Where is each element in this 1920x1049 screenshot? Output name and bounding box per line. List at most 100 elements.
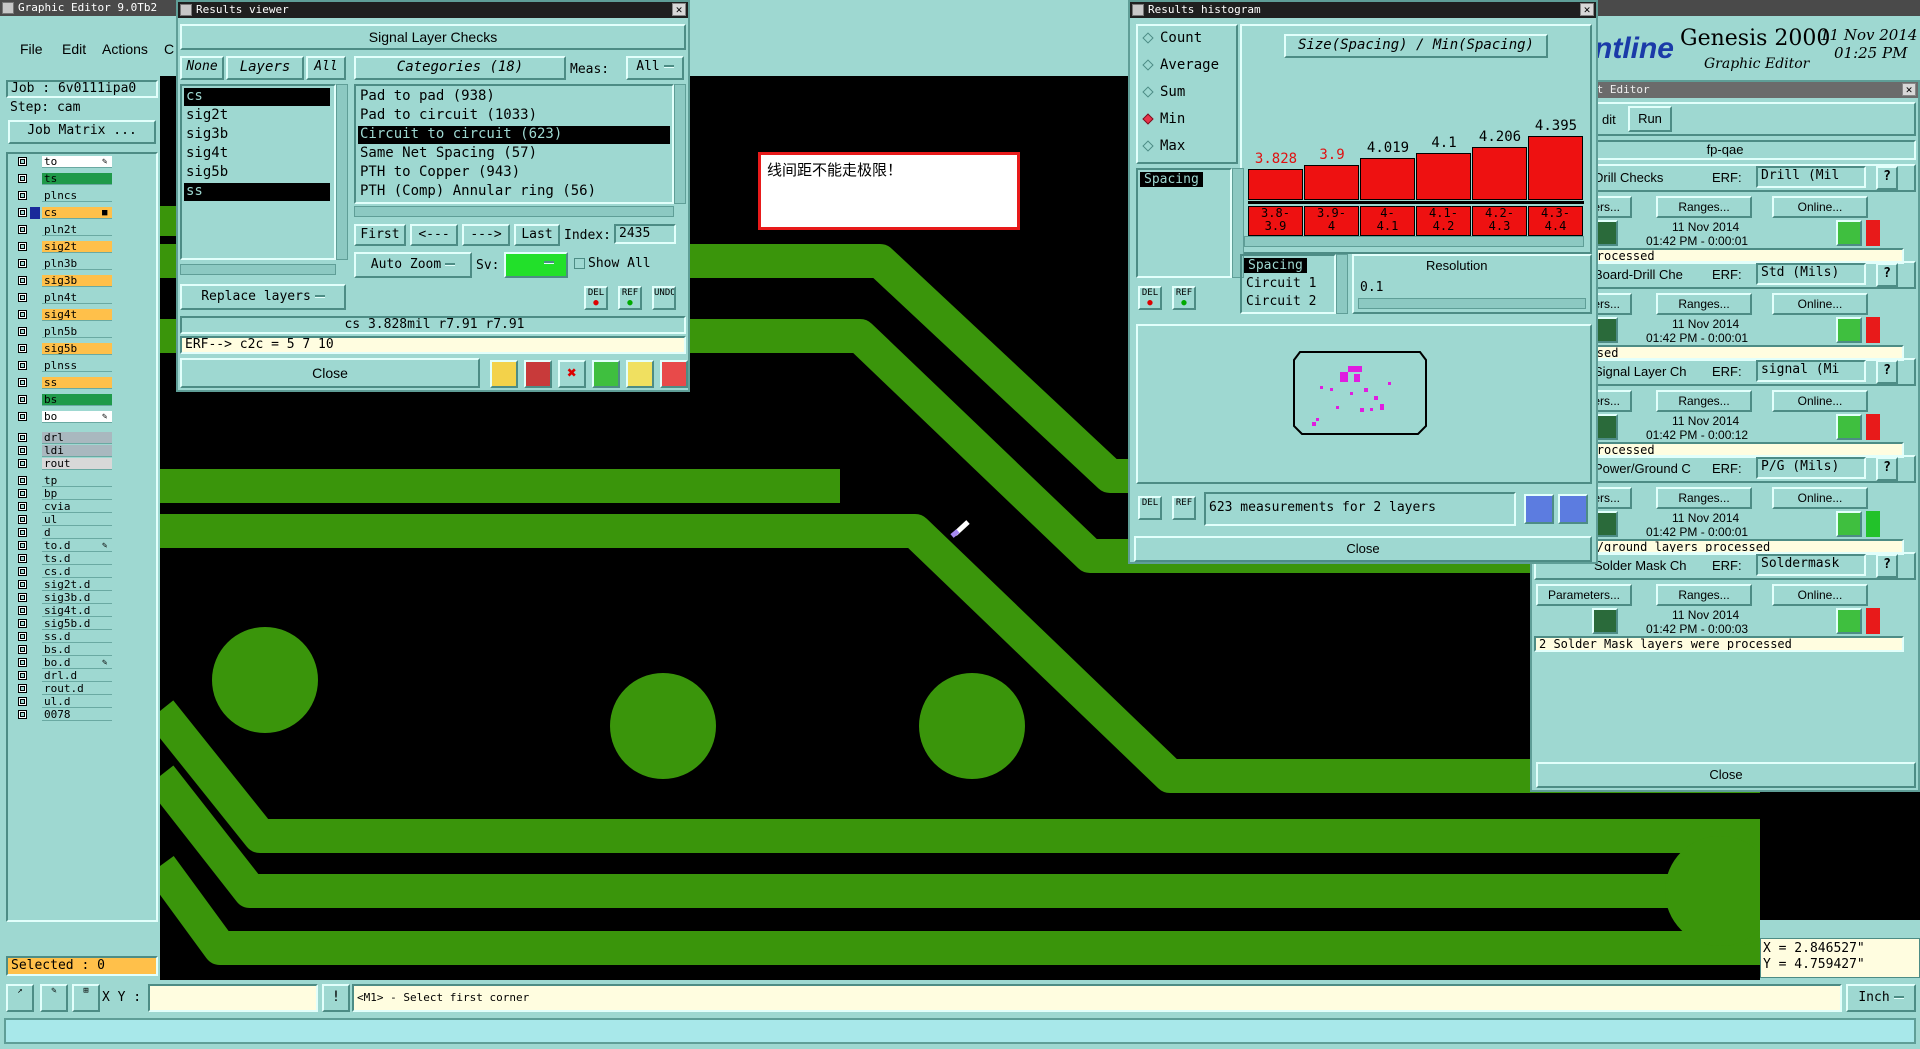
histogram-bar[interactable] (1360, 158, 1415, 200)
rv-layer-item[interactable]: ss (184, 183, 330, 201)
help-button[interactable]: ? (1876, 360, 1898, 384)
histogram-bar[interactable] (1416, 153, 1471, 200)
ranges-button[interactable]: Ranges... (1656, 293, 1752, 315)
layer-row[interactable]: cvia (16, 501, 112, 513)
hist-option[interactable]: Max (1140, 138, 1185, 158)
close-icon[interactable]: ✕ (672, 3, 686, 16)
layers-button[interactable]: Layers (226, 56, 304, 80)
layer-row[interactable]: tp (16, 475, 112, 487)
prev-button[interactable]: <--- (410, 224, 458, 246)
zoom-result-icon[interactable] (1836, 317, 1862, 343)
report-icon[interactable] (626, 360, 654, 388)
rv-layer-hscroll[interactable] (180, 264, 336, 275)
zoom-result-icon[interactable] (1836, 511, 1862, 537)
erf-field[interactable]: P/G (Mils) (1756, 457, 1866, 479)
erf-field[interactable]: signal (Mi (1756, 360, 1866, 382)
rv-layer-item[interactable]: sig3b (184, 126, 330, 144)
layer-row[interactable]: ul.d (16, 696, 112, 708)
layer-checkbox[interactable] (18, 395, 27, 404)
menu-more[interactable]: C (164, 41, 174, 57)
histogram-bar[interactable] (1304, 165, 1359, 200)
layer-checkbox[interactable] (18, 554, 27, 563)
layer-checkbox[interactable] (18, 528, 27, 537)
rv-layer-scrollbar[interactable] (336, 84, 348, 260)
layer-checkbox[interactable] (18, 259, 27, 268)
last-button[interactable]: Last (514, 224, 560, 246)
resolution-slider[interactable] (1358, 298, 1586, 309)
layer-row[interactable]: sig2t (16, 241, 112, 253)
ranges-button[interactable]: Ranges... (1656, 487, 1752, 509)
layer-checkbox[interactable] (18, 606, 27, 615)
checklist-close-button[interactable]: Close (1536, 762, 1916, 788)
histogram-icon[interactable] (660, 360, 688, 388)
chart-view-icon[interactable] (1524, 494, 1554, 524)
thumb-del-button[interactable]: DEL (1138, 496, 1162, 520)
layer-checkbox[interactable] (18, 710, 27, 719)
layer-checkbox[interactable] (18, 433, 27, 442)
layer-row[interactable]: bo.d ✎ (16, 657, 112, 669)
layer-row[interactable]: drl (16, 432, 112, 444)
menu-edit[interactable]: Edit (62, 41, 86, 57)
layer-checkbox[interactable] (18, 361, 27, 370)
layer-checkbox[interactable] (18, 225, 27, 234)
layer-checkbox[interactable] (18, 344, 27, 353)
layer-checkbox[interactable] (18, 446, 27, 455)
layer-checkbox[interactable] (18, 671, 27, 680)
layer-row[interactable]: pln2t (16, 224, 112, 236)
layer-row[interactable]: rout.d (16, 683, 112, 695)
run-action-icon[interactable] (1592, 608, 1618, 634)
layer-row[interactable]: ss (16, 377, 112, 389)
layer-row[interactable]: ss.d (16, 631, 112, 643)
check-name[interactable]: Drill Checks (1594, 170, 1663, 185)
layer-row[interactable]: cs.d (16, 566, 112, 578)
layer-row[interactable]: sig3b.d (16, 592, 112, 604)
layer-checkbox[interactable] (18, 489, 27, 498)
meas-select[interactable]: All (626, 56, 684, 80)
layer-checkbox[interactable] (18, 412, 27, 421)
check-name[interactable]: Signal Layer Ch (1594, 364, 1687, 379)
layer-row[interactable]: pln5b (16, 326, 112, 338)
layer-checkbox[interactable] (18, 697, 27, 706)
layer-checkbox[interactable] (18, 310, 27, 319)
menu-run[interactable]: Run (1628, 106, 1672, 132)
layer-row[interactable]: to.d ✎ (16, 540, 112, 552)
ranges-button[interactable]: Ranges... (1656, 390, 1752, 412)
job-matrix-button[interactable]: Job Matrix ... (8, 120, 156, 144)
hist-del-button[interactable]: DEL ● (1138, 286, 1162, 310)
rv-category-item[interactable]: PTH to Copper (943) (358, 164, 670, 182)
check-name[interactable]: Board-Drill Che (1594, 267, 1683, 282)
layer-row[interactable]: cs ■ (16, 207, 112, 219)
menu-file[interactable]: File (20, 41, 43, 57)
layer-row[interactable]: plncs (16, 190, 112, 202)
layer-row[interactable]: sig2t.d (16, 579, 112, 591)
online-button[interactable]: Online... (1772, 584, 1868, 606)
layer-row[interactable]: 0078 (16, 709, 112, 721)
parameters-button[interactable]: Parameters... (1536, 584, 1632, 606)
auto-zoom-select[interactable]: Auto Zoom (354, 252, 472, 278)
layer-checkbox[interactable] (18, 632, 27, 641)
online-button[interactable]: Online... (1772, 390, 1868, 412)
layer-checkbox[interactable] (18, 645, 27, 654)
rv-category-item[interactable]: PTH (Comp) Annular ring (56) (358, 183, 670, 201)
layer-checkbox[interactable] (18, 242, 27, 251)
rv-category-scrollbar[interactable] (674, 84, 686, 204)
rv-category-item[interactable]: Pad to circuit (1033) (358, 107, 670, 125)
online-button[interactable]: Online... (1772, 487, 1868, 509)
field-item-spacing[interactable]: Spacing (1244, 258, 1307, 273)
type-item-spacing[interactable]: Spacing (1140, 172, 1203, 187)
layer-checkbox[interactable] (18, 327, 27, 336)
rv-category-item[interactable]: Pad to pad (938) (358, 88, 670, 106)
layer-checkbox[interactable] (18, 208, 27, 217)
layer-row[interactable]: pln3b (16, 258, 112, 270)
layer-checkbox[interactable] (18, 276, 27, 285)
highlight-icon[interactable] (490, 360, 518, 388)
delete-icon[interactable]: ✖ (558, 360, 586, 388)
layer-checkbox[interactable] (18, 378, 27, 387)
layer-checkbox[interactable] (18, 619, 27, 628)
next-button[interactable]: ---> (462, 224, 510, 246)
film-icon[interactable] (524, 360, 552, 388)
rv-layer-item[interactable]: sig2t (184, 107, 330, 125)
layer-checkbox[interactable] (18, 684, 27, 693)
del-button[interactable]: DEL ● (584, 286, 608, 310)
snap-icon[interactable]: ↗ (6, 984, 34, 1012)
